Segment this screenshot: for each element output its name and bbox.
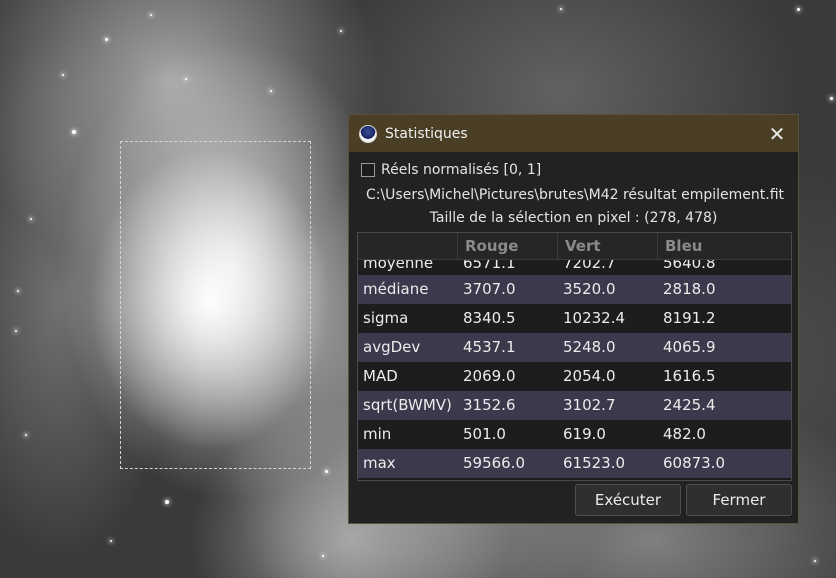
cell-value: 3520.0 (563, 280, 616, 298)
column-header-green[interactable]: Vert (558, 233, 658, 259)
selection-size: Taille de la sélection en pixel : (278, … (429, 210, 718, 226)
star (270, 90, 272, 92)
star (105, 38, 108, 41)
cell-value: 61523.0 (563, 454, 626, 472)
star (110, 540, 112, 542)
table-header: Rouge Vert Bleu (358, 233, 791, 260)
star (165, 500, 169, 504)
star (325, 470, 328, 473)
cell-value: 501.0 (463, 425, 506, 443)
star (322, 555, 324, 557)
cell-value: 3102.7 (563, 396, 616, 414)
close-button[interactable]: Fermer (686, 484, 792, 516)
cell-value: 59566.0 (463, 454, 526, 472)
cell-value: 5640.8 (663, 259, 716, 272)
cell-value: 482.0 (663, 425, 706, 443)
table-row[interactable]: max 59566.0 61523.0 60873.0 (358, 449, 791, 478)
table-row[interactable]: moyenne 6571.1 7202.7 5640.8 (358, 259, 791, 275)
cell-value: 8340.5 (463, 309, 516, 327)
cell-value: 1616.5 (663, 367, 716, 385)
table-row[interactable]: min 501.0 619.0 482.0 (358, 420, 791, 449)
star (797, 8, 800, 11)
normalized-checkbox[interactable] (361, 163, 375, 177)
close-icon[interactable]: ✕ (764, 121, 790, 147)
normalized-checkbox-label[interactable]: Réels normalisés [0, 1] (381, 162, 541, 178)
star (62, 74, 64, 76)
table-row[interactable]: sigma 8340.5 10232.4 8191.2 (358, 304, 791, 333)
star (814, 560, 816, 562)
star (830, 97, 833, 100)
app-icon (359, 124, 377, 143)
file-path: C:\Users\Michel\Pictures\brutes\M42 résu… (365, 187, 784, 203)
row-label: moyenne (363, 259, 434, 272)
cell-value: 6571.1 (463, 259, 516, 272)
column-header-red[interactable]: Rouge (458, 233, 558, 259)
star (185, 78, 187, 80)
table-row[interactable]: médiane 3707.0 3520.0 2818.0 (358, 275, 791, 304)
cell-value: 619.0 (563, 425, 606, 443)
cell-value: 60873.0 (663, 454, 726, 472)
cell-value: 10232.4 (563, 309, 626, 327)
star (30, 218, 32, 220)
cell-value: 3152.6 (463, 396, 516, 414)
cell-value: 5248.0 (563, 338, 616, 356)
table-row[interactable]: avgDev 4537.1 5248.0 4065.9 (358, 333, 791, 362)
row-label: min (363, 425, 392, 443)
cell-value: 2818.0 (663, 280, 716, 298)
row-label: MAD (363, 367, 398, 385)
star (15, 330, 17, 332)
row-label: avgDev (363, 338, 421, 356)
table-row[interactable]: MAD 2069.0 2054.0 1616.5 (358, 362, 791, 391)
star (150, 14, 152, 16)
cell-value: 7202.7 (563, 259, 616, 272)
selection-rectangle[interactable] (120, 141, 311, 469)
dialog-title: Statistiques (385, 125, 468, 142)
cell-value: 4065.9 (663, 338, 716, 356)
column-header-blue[interactable]: Bleu (658, 233, 791, 259)
column-header-label (358, 233, 458, 259)
table-body: moyenne 6571.1 7202.7 5640.8 médiane 3707.0 35… (358, 259, 791, 478)
cell-value: 3707.0 (463, 280, 516, 298)
statistics-table[interactable]: Rouge Vert Bleu moyenne 6571.1 7202.7 5640.… (357, 232, 792, 481)
cell-value: 2425.4 (663, 396, 716, 414)
star (17, 290, 19, 292)
statistics-dialog: Statistiques ✕ Réels normalisés [0, 1] C… (348, 114, 799, 524)
row-label: sqrt(BWMV) (363, 396, 452, 414)
cell-value: 4537.1 (463, 338, 516, 356)
cell-value: 2054.0 (563, 367, 616, 385)
star (25, 434, 27, 436)
row-label: médiane (363, 280, 429, 298)
star (340, 30, 342, 32)
row-label: max (363, 454, 396, 472)
normalized-checkbox-row[interactable]: Réels normalisés [0, 1] (361, 162, 541, 178)
star (72, 130, 76, 134)
execute-button[interactable]: Exécuter (575, 484, 681, 516)
table-row[interactable]: sqrt(BWMV) 3152.6 3102.7 2425.4 (358, 391, 791, 420)
cell-value: 8191.2 (663, 309, 716, 327)
star (560, 8, 562, 10)
row-label: sigma (363, 309, 409, 327)
cell-value: 2069.0 (463, 367, 516, 385)
dialog-titlebar[interactable]: Statistiques ✕ (349, 115, 798, 152)
